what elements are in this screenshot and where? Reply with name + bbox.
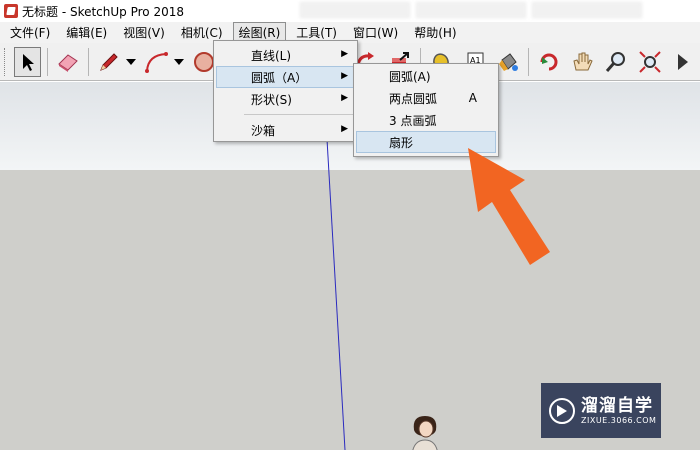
menu-divider — [244, 114, 355, 115]
orange-arrow-annotation — [468, 148, 550, 265]
toolbar-separator — [88, 47, 89, 76]
chevron-right-icon: ▶ — [341, 49, 348, 59]
watermark: 溜溜自学 ZIXUE.3066.COM — [541, 383, 661, 438]
chevron-right-icon: ▶ — [341, 71, 348, 81]
draw-menu-dropdown: 直线(L) ▶ 圆弧（A） ▶ 形状(S) ▶ 沙箱 ▶ — [213, 40, 358, 142]
arc-submenu-item-arc[interactable]: 圆弧(A) — [356, 65, 496, 87]
pencil-icon — [99, 52, 118, 71]
chevron-right-icon: ▶ — [341, 93, 348, 103]
orbit-tool-button[interactable] — [535, 47, 563, 77]
menu-view[interactable]: 视图(V) — [117, 22, 171, 43]
draw-menu-item-label: 圆弧（A） — [251, 70, 308, 85]
toolbar-separator — [527, 47, 529, 76]
draw-menu-item-arc[interactable]: 圆弧（A） ▶ — [216, 66, 355, 88]
watermark-subtitle: ZIXUE.3066.COM — [581, 416, 657, 425]
chevron-down-icon — [173, 58, 184, 65]
pencil-dropdown-arrow[interactable] — [125, 47, 136, 77]
chevron-down-icon — [125, 58, 136, 65]
orbit-icon — [540, 53, 558, 70]
zoom-icon — [605, 51, 625, 72]
sketchup-app-icon — [4, 4, 18, 18]
window-title: 无标题 - SketchUp Pro 2018 — [22, 4, 184, 19]
draw-menu-item-label: 沙箱 — [251, 123, 276, 138]
select-icon — [22, 53, 34, 71]
eraser-icon — [58, 53, 79, 72]
play-icon — [549, 397, 575, 424]
arc-tool-icon — [144, 51, 168, 73]
menu-edit[interactable]: 编辑(E) — [60, 22, 113, 43]
toolbar-grip[interactable] — [4, 47, 7, 76]
paint-bucket-icon — [498, 52, 518, 71]
menu-file[interactable]: 文件(F) — [4, 22, 56, 43]
arc-submenu-item-label: 圆弧(A) — [389, 69, 431, 84]
draw-menu-item-sandbox[interactable]: 沙箱 ▶ — [216, 119, 355, 141]
arc-submenu-item-label: 3 点画弧 — [389, 113, 437, 128]
arc-dropdown-arrow[interactable] — [173, 47, 184, 77]
background-tabs — [300, 2, 700, 20]
next-view-button[interactable] — [669, 47, 697, 77]
arc-submenu-item-label: 扇形 — [389, 135, 414, 150]
eraser-tool-button[interactable] — [54, 47, 82, 77]
zoom-extents-icon — [638, 50, 661, 73]
arc-submenu-item-3-point-arc[interactable]: 3 点画弧 — [356, 109, 496, 131]
draw-menu-item-label: 直线(L) — [251, 48, 292, 63]
pan-icon — [573, 52, 593, 70]
draw-menu-item-line[interactable]: 直线(L) ▶ — [216, 44, 355, 66]
arc-submenu-item-label: 两点圆弧 — [389, 91, 438, 106]
select-tool-button[interactable] — [13, 46, 42, 77]
scale-figure-icon — [412, 416, 438, 450]
zoom-tool-button[interactable] — [602, 47, 630, 77]
pan-tool-button[interactable] — [568, 47, 596, 77]
chevron-right-icon: ▶ — [341, 124, 348, 134]
pencil-tool-button[interactable] — [95, 47, 123, 77]
watermark-title: 溜溜自学 — [581, 396, 653, 416]
zoom-extents-tool-button[interactable] — [636, 47, 664, 77]
draw-menu-item-shapes[interactable]: 形状(S) ▶ — [216, 88, 355, 110]
toolbar-separator — [47, 47, 49, 76]
title-bar: 无标题 - SketchUp Pro 2018 — [0, 0, 700, 22]
arc-submenu-item-shortcut: A — [468, 91, 477, 105]
next-icon — [678, 53, 689, 70]
draw-menu-item-label: 形状(S) — [251, 92, 292, 107]
menu-help[interactable]: 帮助(H) — [408, 22, 462, 43]
arc-tool-button[interactable] — [143, 47, 171, 77]
arc-submenu-item-two-point-arc[interactable]: 两点圆弧 A — [356, 87, 496, 109]
